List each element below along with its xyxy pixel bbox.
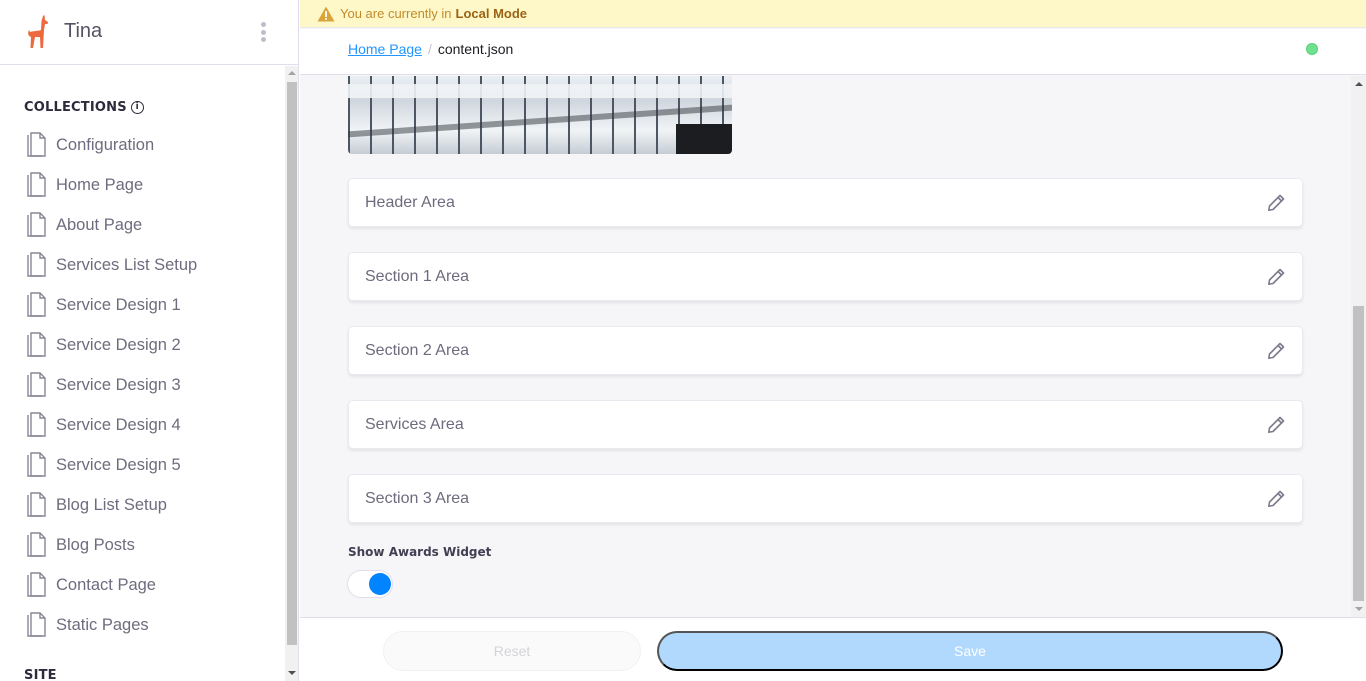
document-icon <box>24 612 48 638</box>
sidebar-item-label: Contact Page <box>56 575 156 594</box>
toggle-knob <box>369 573 391 595</box>
document-icon <box>24 172 48 198</box>
banner-mode: Local Mode <box>455 6 528 21</box>
show-awards-widget-toggle[interactable] <box>347 570 393 598</box>
form-content: Header Area Section 1 Area Section 2 Area S… <box>300 76 1366 617</box>
sidebar-item-service-design-3[interactable]: Service Design 3 <box>24 365 197 405</box>
document-icon <box>24 572 48 598</box>
sidebar-item-service-design-5[interactable]: Service Design 5 <box>24 445 197 485</box>
sidebar-item-label: Services List Setup <box>56 255 198 274</box>
sidebar-item-service-design-2[interactable]: Service Design 2 <box>24 325 197 365</box>
sidebar-item-label: Home Page <box>56 175 144 194</box>
sidebar-item-label: Service Design 4 <box>56 415 181 434</box>
banner-text: You are currently in <box>340 6 452 21</box>
document-icon <box>24 132 48 158</box>
brand-name: Tina <box>64 20 103 42</box>
scroll-down-arrow-icon[interactable] <box>288 671 296 675</box>
document-icon <box>24 212 48 238</box>
form-footer: Reset Save <box>300 617 1366 681</box>
sidebar-item-contact-page[interactable]: Contact Page <box>24 565 197 605</box>
form-scrollbar[interactable] <box>1351 76 1366 617</box>
scroll-up-arrow-icon[interactable] <box>288 71 296 75</box>
sidebar-item-about-page[interactable]: About Page <box>24 205 197 245</box>
sidebar-item-label: Service Design 3 <box>56 375 181 394</box>
sidebar-item-service-design-4[interactable]: Service Design 4 <box>24 405 197 445</box>
warning-icon <box>317 6 335 21</box>
form-header: Home Page / content.json <box>300 29 1366 75</box>
collections-heading-label: COLLECTIONS <box>24 100 127 115</box>
image-detail <box>348 104 732 138</box>
sidebar: Tina COLLECTIONS i Configuration Home Pag… <box>0 0 299 681</box>
scrollbar-thumb[interactable] <box>1353 306 1364 601</box>
document-icon <box>24 452 48 478</box>
sidebar-item-service-design-1[interactable]: Service Design 1 <box>24 285 197 325</box>
image-preview[interactable] <box>348 76 732 154</box>
field-group-section-3-area[interactable]: Section 3 Area <box>348 474 1303 523</box>
breadcrumb-parent-link[interactable]: Home Page <box>348 41 422 57</box>
field-group-label: Section 1 Area <box>365 267 470 285</box>
scroll-down-arrow-icon[interactable] <box>1355 607 1363 611</box>
local-mode-banner: You are currently in Local Mode <box>300 0 1366 28</box>
sidebar-item-label: Blog Posts <box>56 535 135 554</box>
sidebar-item-static-pages[interactable]: Static Pages <box>24 605 197 645</box>
field-group-label: Header Area <box>365 193 455 211</box>
document-icon <box>24 252 48 278</box>
field-group-label: Section 3 Area <box>365 489 470 507</box>
breadcrumb-separator: / <box>427 41 432 57</box>
app-root: Tina COLLECTIONS i Configuration Home Pag… <box>0 0 1366 681</box>
toggle-label: Show Awards Widget <box>348 545 492 559</box>
sidebar-item-label: Configuration <box>56 135 155 154</box>
more-options-icon[interactable] <box>258 22 268 44</box>
image-detail <box>348 84 732 98</box>
sidebar-item-label: Service Design 2 <box>56 335 181 354</box>
document-icon <box>24 532 48 558</box>
sidebar-item-blog-posts[interactable]: Blog Posts <box>24 525 197 565</box>
sidebar-item-services-list-setup[interactable]: Services List Setup <box>24 245 197 285</box>
pencil-edit-icon[interactable] <box>1266 267 1286 287</box>
collections-heading: COLLECTIONS i <box>24 100 144 115</box>
info-icon[interactable]: i <box>130 101 144 114</box>
document-icon <box>24 332 48 358</box>
sidebar-item-label: Service Design 5 <box>56 455 181 474</box>
tina-llama-logo-icon[interactable] <box>26 15 52 49</box>
document-icon <box>24 492 48 518</box>
sidebar-item-label: Blog List Setup <box>56 495 167 514</box>
pencil-edit-icon[interactable] <box>1266 415 1286 435</box>
collections-list: Configuration Home Page About Page Services… <box>24 125 197 645</box>
scrollbar-thumb[interactable] <box>287 82 297 645</box>
image-detail <box>676 124 732 154</box>
sidebar-item-blog-list-setup[interactable]: Blog List Setup <box>24 485 197 525</box>
sidebar-item-home-page[interactable]: Home Page <box>24 165 197 205</box>
field-group-label: Services Area <box>365 415 464 433</box>
sidebar-header: Tina <box>0 0 299 65</box>
sidebar-scroll-area: COLLECTIONS i Configuration Home Page Abou… <box>0 66 299 681</box>
sidebar-item-configuration[interactable]: Configuration <box>24 125 197 165</box>
field-group-header-area[interactable]: Header Area <box>348 178 1303 227</box>
sidebar-scrollbar[interactable] <box>285 66 298 681</box>
pencil-edit-icon[interactable] <box>1266 489 1286 509</box>
save-button[interactable]: Save <box>657 631 1283 671</box>
field-group-services-area[interactable]: Services Area <box>348 400 1303 449</box>
site-heading-label: SITE <box>24 668 57 681</box>
status-indicator-icon <box>1306 43 1318 55</box>
field-group-section-1-area[interactable]: Section 1 Area <box>348 252 1303 301</box>
site-heading: SITE <box>24 668 57 681</box>
pencil-edit-icon[interactable] <box>1266 193 1286 213</box>
document-icon <box>24 372 48 398</box>
field-group-section-2-area[interactable]: Section 2 Area <box>348 326 1303 375</box>
document-icon <box>24 412 48 438</box>
reset-button[interactable]: Reset <box>383 631 641 671</box>
main-panel: You are currently in Local Mode Home Pag… <box>300 0 1366 681</box>
breadcrumb-current: content.json <box>437 41 514 57</box>
sidebar-item-label: Service Design 1 <box>56 295 181 314</box>
document-icon <box>24 292 48 318</box>
breadcrumb: Home Page / content.json <box>348 41 513 57</box>
pencil-edit-icon[interactable] <box>1266 341 1286 361</box>
sidebar-item-label: Static Pages <box>56 615 149 634</box>
field-group-label: Section 2 Area <box>365 341 470 359</box>
scroll-up-arrow-icon[interactable] <box>1355 82 1363 86</box>
sidebar-item-label: About Page <box>56 215 143 234</box>
